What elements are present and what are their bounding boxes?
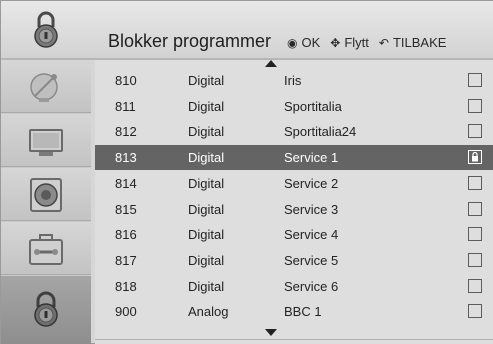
channel-name: Service 5: [284, 252, 339, 268]
channel-name: Service 4: [284, 227, 339, 243]
sidebar-item-lock[interactable]: [1, 276, 91, 344]
channel-name: Service 1: [284, 150, 339, 166]
tv-menu-window: Blokker programmer ◉ OK ✥ Flytt ↶ TILBAK…: [0, 0, 493, 344]
sidebar-item-satellite[interactable]: [1, 60, 91, 113]
lock-checkbox[interactable]: [468, 73, 482, 87]
hint-back-label: TILBAKE: [392, 35, 447, 50]
menu-header: Blokker programmer ◉ OK ✥ Flytt ↶ TILBAK…: [1, 1, 493, 59]
channel-row[interactable]: 818 Digital Service 6: [95, 274, 493, 299]
lock-icon: [34, 11, 58, 48]
sidebar: [1, 60, 91, 344]
tv-screen-icon: [29, 129, 63, 156]
channel-number: 816: [115, 227, 137, 243]
channel-number: 810: [115, 73, 137, 88]
lock-icon: [472, 152, 478, 162]
channel-name: Iris: [284, 73, 302, 88]
lock-checkbox[interactable]: [468, 98, 482, 113]
sidebar-item-picture[interactable]: [1, 114, 91, 167]
scroll-down-icon[interactable]: [265, 329, 277, 336]
channel-row[interactable]: 810 Digital Iris: [95, 68, 493, 93]
channel-number: 813: [115, 150, 137, 166]
channel-type: Digital: [188, 278, 225, 294]
hint-ok-label: OK: [301, 35, 321, 50]
sidebar-item-setup[interactable]: [1, 222, 91, 275]
back-icon: ↶: [378, 35, 389, 50]
satellite-icon: [30, 73, 58, 102]
lock-checkbox[interactable]: [468, 227, 482, 242]
toolbox-icon: [29, 234, 63, 265]
speaker-icon: [30, 178, 62, 212]
channel-row[interactable]: 814 Digital Service 2: [95, 171, 493, 196]
list-bottom-divider: [95, 339, 493, 340]
channel-name: BBC 1: [284, 304, 322, 320]
page-title: Blokker programmer: [108, 31, 272, 51]
lock-checkbox[interactable]: [468, 252, 482, 267]
channel-type: Digital: [188, 175, 225, 191]
hint-back: ↶ TILBAKE: [379, 35, 447, 50]
scroll-up-icon[interactable]: [265, 60, 277, 67]
move-icon: ✥: [330, 35, 341, 50]
lock-checkbox[interactable]: [468, 201, 482, 216]
channel-type: Digital: [188, 124, 225, 140]
sidebar-item-sound[interactable]: [1, 168, 91, 221]
channel-row[interactable]: 812 Digital Sportitalia24: [95, 119, 493, 144]
channel-number: 811: [115, 98, 136, 114]
channel-row[interactable]: 813 Digital Service 1: [95, 145, 493, 171]
channel-number: 818: [115, 278, 137, 294]
lock-checkbox[interactable]: [468, 304, 482, 319]
hint-move: ✥ Flytt: [330, 35, 369, 50]
channel-name: Service 6: [284, 278, 339, 294]
channel-list: 810 Digital Iris 811 Digital Sportitalia 812 Di…: [95, 60, 493, 344]
channel-type: Digital: [188, 98, 225, 114]
lock-checkbox[interactable]: [468, 124, 482, 139]
channel-type: Digital: [188, 201, 225, 217]
channel-row[interactable]: 816 Digital Service 4: [95, 222, 493, 247]
channel-number: 900: [115, 304, 137, 320]
hint-move-label: Flytt: [344, 35, 369, 50]
key-hints: ◉ OK ✥ Flytt ↶ TILBAKE: [287, 35, 456, 50]
channel-type: Digital: [188, 150, 225, 166]
channel-row[interactable]: 900 Analog BBC 1: [95, 299, 493, 324]
channel-name: Service 3: [284, 201, 339, 217]
channel-number: 812: [115, 124, 137, 140]
lock-icon: [34, 291, 58, 327]
hint-ok: ◉ OK: [287, 35, 320, 50]
channel-type: Digital: [188, 73, 225, 88]
channel-number: 815: [115, 201, 137, 217]
ok-icon: ◉: [287, 35, 298, 50]
channel-number: 817: [115, 252, 137, 268]
channel-row[interactable]: 817 Digital Service 5: [95, 248, 493, 273]
channel-type: Digital: [188, 227, 225, 243]
channel-row[interactable]: 811 Digital Sportitalia: [95, 94, 493, 119]
lock-checkbox[interactable]: [468, 175, 482, 190]
channel-name: Sportitalia: [284, 98, 342, 114]
channel-name: Service 2: [284, 175, 339, 191]
channel-name: Sportitalia24: [284, 124, 357, 140]
channel-type: Digital: [188, 252, 225, 268]
channel-type: Analog: [188, 304, 229, 320]
channel-row[interactable]: 815 Digital Service 3: [95, 197, 493, 222]
channel-number: 814: [115, 175, 137, 191]
lock-checkbox[interactable]: [468, 150, 482, 165]
lock-checkbox[interactable]: [468, 278, 482, 293]
